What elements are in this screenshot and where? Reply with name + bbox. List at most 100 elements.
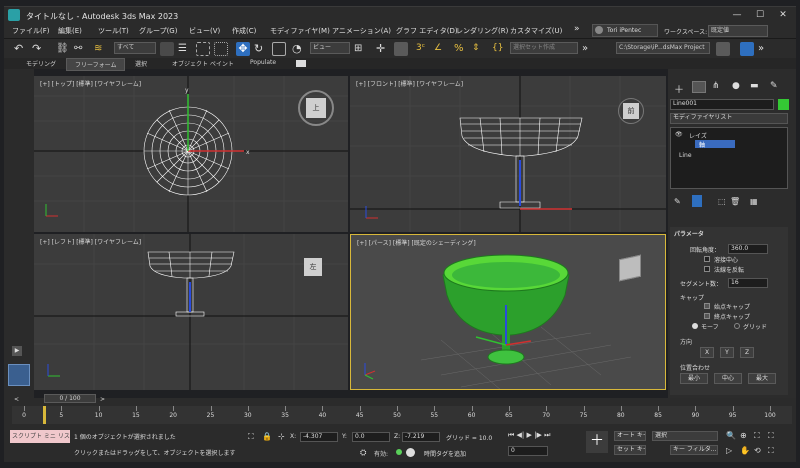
zoom-all-icon[interactable]: ⊕ xyxy=(740,431,747,440)
absolute-mode-icon[interactable]: ⊹ xyxy=(278,432,285,441)
rollout-title[interactable]: パラメータ xyxy=(674,229,704,238)
prev-frame-icon[interactable]: < xyxy=(14,396,19,403)
workspace-dropdown[interactable]: 既定値 xyxy=(708,25,768,37)
adaptive-degradation-icon[interactable]: ⛭ xyxy=(360,448,366,458)
ribbon-toggle-icon[interactable] xyxy=(296,60,306,67)
add-time-tag[interactable]: 時間タグを追加 xyxy=(424,449,466,458)
maxscript-listener[interactable]: スクリプト ミニ リス xyxy=(10,430,70,443)
modifier-stack-subitem[interactable]: 軸 xyxy=(695,140,735,149)
named-selection-dropdown[interactable]: 選択セット作成 xyxy=(510,42,578,54)
selection-filter-dropdown[interactable]: すべて xyxy=(114,42,156,54)
expand-layout-icon[interactable]: ▶ xyxy=(12,346,22,356)
viewcube[interactable]: 左 xyxy=(304,258,322,276)
menu-file[interactable]: ファイル(F) xyxy=(12,26,50,36)
unlink-icon[interactable]: ⚯ xyxy=(74,42,88,56)
motion-tab-icon[interactable]: ● xyxy=(732,81,740,91)
orbit-icon[interactable]: ⟲ xyxy=(754,446,761,455)
key-filters-button[interactable]: キー フィルタ... xyxy=(670,445,718,455)
lock-selection-icon[interactable]: 🔒 xyxy=(262,432,272,441)
bind-space-warp-icon[interactable]: ≋ xyxy=(94,42,108,56)
auto-key-button[interactable]: オート キー xyxy=(614,431,646,441)
viewport-perspective[interactable]: [+] [パース] [標準] [既定のシェーディング] xyxy=(350,234,666,390)
spinner-snap-icon[interactable]: ⇕ xyxy=(472,42,486,56)
ribbon-tab-modeling[interactable]: モデリング xyxy=(26,59,56,68)
scale-icon[interactable] xyxy=(272,42,286,56)
track-bar[interactable]: 0 5 10 15 20 25 30 35 40 45 50 55 60 65 70 75 80 85 90 95 10… xyxy=(12,406,792,424)
menu-group[interactable]: グループ(G) xyxy=(139,26,177,36)
open-explorer-icon[interactable] xyxy=(716,42,730,56)
maximize-viewport-icon[interactable]: ⛶ xyxy=(768,446,774,456)
viewcube[interactable]: 上 xyxy=(306,98,326,118)
viewport-layout-icon[interactable] xyxy=(8,364,30,386)
remove-modifier-icon[interactable]: 🗑 xyxy=(730,197,740,206)
make-unique-icon[interactable]: ⬚ xyxy=(718,197,726,206)
project-folder-path[interactable]: C:\Storage\iP...dsMax Project xyxy=(616,42,710,54)
ribbon-tab-freeform[interactable]: フリーフォーム xyxy=(66,58,126,71)
percent-snap-icon[interactable]: % xyxy=(454,42,468,56)
toolbar-more-icon[interactable]: » xyxy=(758,42,772,56)
select-manipulate-icon[interactable]: ✛ xyxy=(376,42,390,56)
playback-controls[interactable]: ⏮ ◀| ▶ |▶ ⏭ xyxy=(508,431,550,440)
create-tab-icon[interactable]: ＋ xyxy=(674,81,684,96)
viewcube[interactable] xyxy=(619,254,641,282)
menu-customize[interactable]: カスタマイズ(U) xyxy=(510,26,562,36)
weld-core-checkbox[interactable] xyxy=(704,256,710,262)
y-coordinate-field[interactable]: 0.0 xyxy=(352,432,390,442)
modifier-list-dropdown[interactable]: モディファイヤリスト xyxy=(670,113,788,124)
viewport-front[interactable]: [+] [フロント] [標準] [ワイヤフレーム] 前 xyxy=(350,76,666,232)
menu-animation[interactable]: アニメーション(A) xyxy=(332,26,391,36)
rotation-spinner[interactable]: 360.0 xyxy=(728,244,768,254)
close-button[interactable]: ✕ xyxy=(770,7,796,24)
menu-tools[interactable]: ツール(T) xyxy=(98,26,129,36)
place-icon[interactable]: ◔ xyxy=(292,42,306,56)
field-of-view-icon[interactable]: ▷ xyxy=(726,446,732,455)
align-max-button[interactable]: 最大 xyxy=(748,373,776,384)
zoom-extents-all-icon[interactable]: ⛶ xyxy=(768,431,774,441)
reference-coordinate-dropdown[interactable]: ビュー xyxy=(310,42,350,54)
more-tools-icon[interactable]: » xyxy=(582,42,596,56)
ribbon-tab-selection[interactable]: 選択 xyxy=(135,59,147,68)
rotate-icon[interactable]: ↻ xyxy=(254,42,268,56)
menu-edit[interactable]: 編集(E) xyxy=(58,26,82,36)
viewcube[interactable]: 前 xyxy=(623,103,639,119)
direction-x-button[interactable]: X xyxy=(700,347,714,358)
menu-graph-editors[interactable]: グラフ エディタ(D) xyxy=(396,26,458,36)
grid-radio[interactable] xyxy=(734,323,740,329)
x-coordinate-field[interactable]: -4.307 xyxy=(300,432,338,442)
menu-views[interactable]: ビュー(V) xyxy=(189,26,220,36)
ribbon-tab-object-paint[interactable]: オブジェクト ペイント xyxy=(172,59,234,68)
zoom-icon[interactable]: 🔍 xyxy=(726,431,736,440)
flip-normals-checkbox[interactable] xyxy=(704,266,710,272)
cap-end-checkbox[interactable] xyxy=(704,313,710,319)
move-icon[interactable]: ✥ xyxy=(236,42,250,56)
viewport-left[interactable]: [+] [レフト] [標準] [ワイヤフレーム] 左 xyxy=(34,234,348,390)
pivot-icon[interactable]: ⊞ xyxy=(354,42,368,56)
pin-stack-icon[interactable]: ✎ xyxy=(674,197,681,206)
utilities-tab-icon[interactable]: ✎ xyxy=(770,81,778,91)
enabled-toggle-icon[interactable] xyxy=(406,448,415,457)
align-center-button[interactable]: 中心 xyxy=(714,373,742,384)
isolate-selection-icon[interactable]: ⛶ xyxy=(248,432,254,442)
save-icon[interactable] xyxy=(740,42,754,56)
rectangular-selection-icon[interactable] xyxy=(196,42,210,56)
object-color-swatch[interactable] xyxy=(778,99,789,110)
show-end-result-icon[interactable] xyxy=(692,195,702,207)
align-min-button[interactable]: 最小 xyxy=(680,373,708,384)
display-tab-icon[interactable]: ▬ xyxy=(750,81,759,91)
configure-sets-icon[interactable]: ▦ xyxy=(750,197,758,206)
link-icon[interactable]: ⛓ xyxy=(56,42,70,56)
pan-icon[interactable]: ✋ xyxy=(740,446,750,455)
current-frame-marker[interactable] xyxy=(43,406,46,424)
enabled-indicator-icon[interactable] xyxy=(396,449,402,455)
set-key-button[interactable]: セット キー xyxy=(614,445,646,455)
angle-snap-icon[interactable]: ∠ xyxy=(434,42,448,56)
edit-named-selection-icon[interactable]: {} xyxy=(492,42,506,56)
redo-icon[interactable]: ↷ xyxy=(32,42,46,56)
key-selection-dropdown[interactable]: 選択 xyxy=(652,431,718,441)
time-slider[interactable]: 0 / 100 xyxy=(44,394,96,403)
set-key-plus-icon[interactable]: ＋ xyxy=(586,431,608,453)
menu-modifiers[interactable]: モディファイヤ(M) xyxy=(270,26,330,36)
menu-create[interactable]: 作成(C) xyxy=(232,26,256,36)
direction-z-button[interactable]: Z xyxy=(740,347,754,358)
snaps-toggle-icon[interactable]: 3ᶜ xyxy=(416,42,430,56)
